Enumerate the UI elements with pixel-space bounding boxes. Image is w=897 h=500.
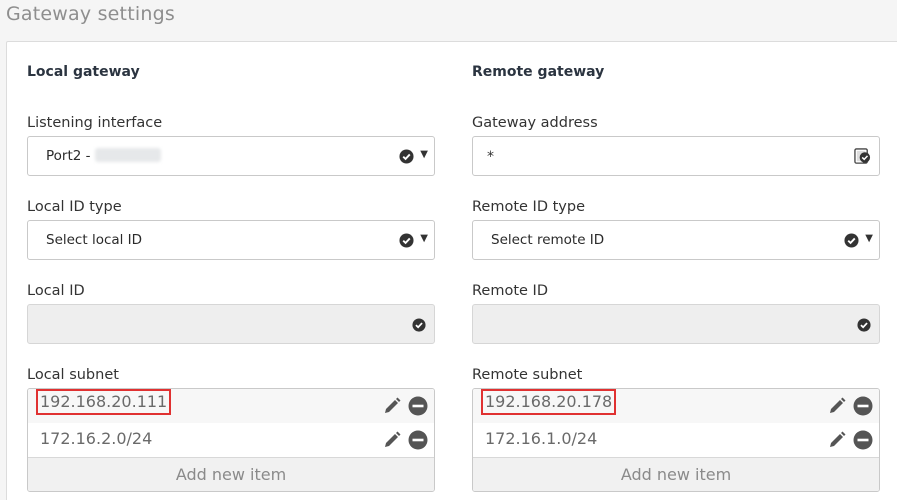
valid-check-icon (844, 233, 859, 248)
local-id-type-select[interactable]: Select local ID ▼ (27, 220, 435, 260)
local-gateway-heading: Local gateway (27, 64, 140, 80)
subnet-value: 192.168.20.178 (480, 389, 617, 415)
add-new-item-button[interactable]: Add new item (28, 457, 434, 491)
remote-gateway-heading: Remote gateway (472, 64, 605, 80)
remote-id-label: Remote ID (472, 283, 548, 299)
gateway-address-input[interactable]: * (472, 136, 880, 176)
redacted-ip (94, 148, 161, 162)
gateway-address-value: * (487, 149, 494, 165)
add-new-item-button[interactable]: Add new item (473, 457, 879, 491)
local-subnet-label: Local subnet (27, 367, 119, 383)
list-item: 192.168.20.178 (473, 389, 879, 423)
remote-subnet-label: Remote subnet (472, 367, 583, 383)
address-book-check-icon[interactable] (854, 148, 871, 165)
valid-check-icon (399, 149, 414, 164)
pencil-icon[interactable] (827, 430, 847, 450)
chevron-down-icon: ▼ (420, 149, 428, 160)
remove-icon[interactable] (408, 396, 428, 416)
valid-check-icon (399, 233, 414, 248)
local-id-input (27, 304, 435, 344)
chevron-down-icon: ▼ (865, 233, 873, 244)
gateway-settings-panel: Local gateway Listening interface Port2 … (6, 41, 897, 500)
listening-interface-value: Port2 - (46, 148, 161, 164)
remote-subnet-list: 192.168.20.178 172.16.1.0/24 Add new ite… (472, 388, 880, 492)
remote-id-input (472, 304, 880, 344)
subnet-value: 172.16.1.0/24 (485, 429, 598, 448)
section-title: Gateway settings (6, 3, 175, 25)
remove-icon[interactable] (853, 396, 873, 416)
remove-icon[interactable] (853, 430, 873, 450)
remove-icon[interactable] (408, 430, 428, 450)
pencil-icon[interactable] (382, 396, 402, 416)
local-id-label: Local ID (27, 283, 85, 299)
local-id-type-value: Select local ID (46, 232, 143, 248)
subnet-value: 192.168.20.111 (35, 389, 172, 415)
list-item: 192.168.20.111 (28, 389, 434, 423)
remote-id-type-label: Remote ID type (472, 199, 585, 215)
list-item: 172.16.1.0/24 (473, 423, 879, 457)
valid-check-icon (412, 318, 426, 332)
remote-id-type-value: Select remote ID (491, 232, 605, 248)
listening-interface-select[interactable]: Port2 - ▼ (27, 136, 435, 176)
list-item: 172.16.2.0/24 (28, 423, 434, 457)
remote-id-type-select[interactable]: Select remote ID ▼ (472, 220, 880, 260)
subnet-value: 172.16.2.0/24 (40, 429, 153, 448)
local-id-type-label: Local ID type (27, 199, 122, 215)
listening-interface-label: Listening interface (27, 115, 163, 131)
pencil-icon[interactable] (382, 430, 402, 450)
pencil-icon[interactable] (827, 396, 847, 416)
local-subnet-list: 192.168.20.111 172.16.2.0/24 Add new ite… (27, 388, 435, 492)
gateway-address-label: Gateway address (472, 115, 598, 131)
valid-check-icon (857, 318, 871, 332)
chevron-down-icon: ▼ (420, 233, 428, 244)
